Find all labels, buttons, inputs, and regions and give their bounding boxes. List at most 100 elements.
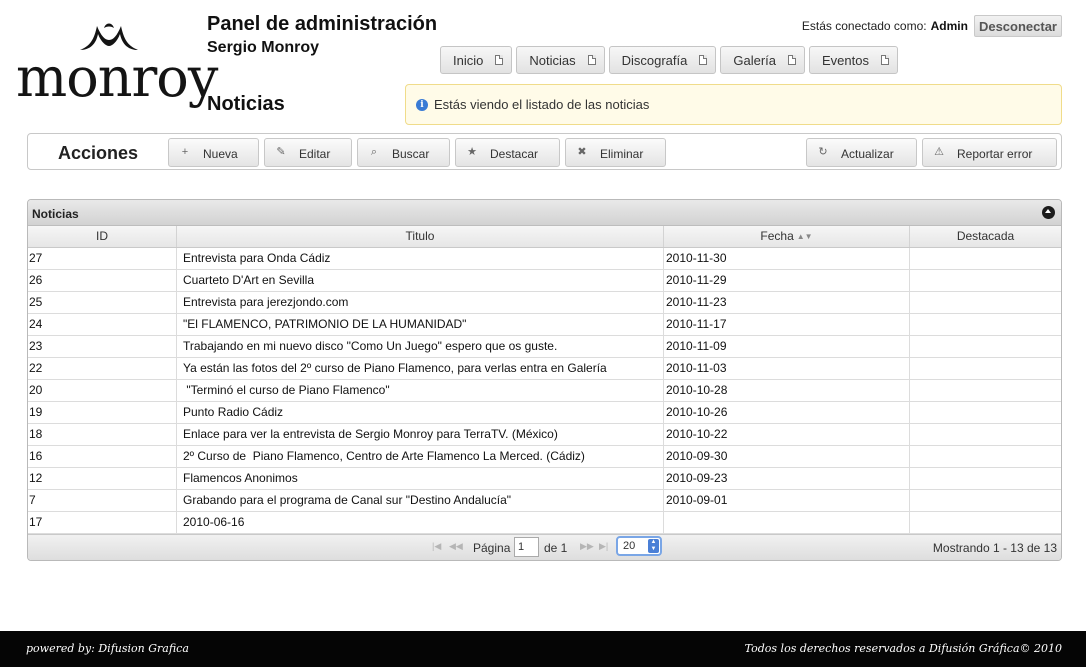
next-page-icon[interactable]: ▶▶ (580, 541, 594, 552)
footer-credit: powered by: Difusion Grafica (26, 642, 189, 655)
new-button-label: Nueva (203, 147, 238, 161)
info-icon: i (416, 98, 428, 111)
last-page-icon[interactable]: ▶| (599, 541, 608, 552)
warning-icon: ⚠ (934, 146, 944, 158)
news-grid: Noticias ID Titulo Fecha ▲▼ Destacada 27 E… (27, 199, 1062, 561)
column-header-date[interactable]: Fecha ▲▼ (664, 226, 910, 247)
cell-date: 2010-11-09 (664, 336, 910, 357)
column-header-id[interactable]: ID (28, 226, 177, 247)
monroy-logo: monroy (16, 20, 218, 112)
cell-id: 26 (28, 270, 177, 291)
document-icon (587, 55, 596, 65)
table-row[interactable]: 22 Ya están las fotos del 2º curso de Pia… (28, 358, 1061, 380)
table-row[interactable]: 17 2010-06-16 (28, 512, 1061, 534)
delete-button[interactable]: ✖ Eliminar (565, 138, 666, 167)
table-row[interactable]: 19 Punto Radio Cádiz 2010-10-26 (28, 402, 1061, 424)
cell-featured (910, 358, 1061, 379)
cell-id: 12 (28, 468, 177, 489)
column-header-title[interactable]: Titulo (177, 226, 664, 247)
table-row[interactable]: 12 Flamencos Anonimos 2010-09-23 (28, 468, 1061, 490)
cell-title: Cuarteto D'Art en Sevilla (177, 270, 664, 291)
grid-header: ID Titulo Fecha ▲▼ Destacada (28, 226, 1061, 248)
collapse-icon[interactable] (1042, 206, 1055, 219)
table-row[interactable]: 26 Cuarteto D'Art en Sevilla 2010-11-29 (28, 270, 1061, 292)
select-arrows-icon: ▲ ▼ (648, 539, 659, 553)
star-icon: ★ (467, 146, 477, 158)
feature-button[interactable]: ★ Destacar (455, 138, 560, 167)
cell-date: 2010-10-28 (664, 380, 910, 401)
cell-title: "Terminó el curso de Piano Flamenco" (177, 380, 664, 401)
report-error-button[interactable]: ⚠ Reportar error (922, 138, 1057, 167)
cell-featured (910, 314, 1061, 335)
table-row[interactable]: 25 Entrevista para jerezjondo.com 2010-11-… (28, 292, 1061, 314)
column-header-featured[interactable]: Destacada (910, 226, 1061, 247)
nav-item-noticias[interactable]: Noticias (516, 46, 605, 74)
nav-item-label: Inicio (453, 52, 484, 68)
footer: powered by: Difusion Grafica Todos los d… (0, 631, 1086, 667)
cell-title: Punto Radio Cádiz (177, 402, 664, 423)
edit-button-label: Editar (299, 147, 331, 161)
cell-id: 23 (28, 336, 177, 357)
logout-button[interactable]: Desconectar (973, 15, 1062, 37)
cell-id: 7 (28, 490, 177, 511)
cell-featured (910, 336, 1061, 357)
cell-featured (910, 270, 1061, 291)
first-page-icon[interactable]: |◀ (432, 541, 441, 552)
nav-item-inicio[interactable]: Inicio (440, 46, 513, 74)
table-row[interactable]: 18 Enlace para ver la entrevista de Sergi… (28, 424, 1061, 446)
cell-date: 2010-10-22 (664, 424, 910, 445)
edit-button[interactable]: ✎ Editar (264, 138, 352, 167)
main-nav: Inicio Noticias Discografía Galería Even… (440, 46, 898, 74)
actions-toolbar: Acciones + Nueva ✎ Editar ⌕ Buscar ★ Des… (27, 133, 1062, 170)
cell-featured (910, 468, 1061, 489)
sort-icon: ▲▼ (796, 232, 813, 241)
panel-subtitle: Sergio Monroy (207, 39, 320, 56)
table-row[interactable]: 7 Grabando para el programa de Canal sur … (28, 490, 1061, 512)
page-label: Página (473, 541, 511, 555)
cell-featured (910, 512, 1061, 533)
search-icon: ⌕ (370, 146, 378, 158)
cell-featured (910, 380, 1061, 401)
cell-date: 2010-09-23 (664, 468, 910, 489)
nav-item-label: Noticias (529, 52, 576, 68)
table-row[interactable]: 27 Entrevista para Onda Cádiz 2010-11-30 (28, 248, 1061, 270)
table-row[interactable]: 16 2º Curso de Piano Flamenco, Centro de … (28, 446, 1061, 468)
cell-id: 17 (28, 512, 177, 533)
refresh-button[interactable]: ↻ Actualizar (806, 138, 917, 167)
cell-title: Flamencos Anonimos (177, 468, 664, 489)
nav-item-galeria[interactable]: Galería (720, 46, 805, 74)
nav-item-eventos[interactable]: Eventos (809, 46, 898, 74)
column-header-date-label: Fecha (760, 229, 794, 243)
table-row[interactable]: 24 "El FLAMENCO, PATRIMONIO DE LA HUMANID… (28, 314, 1061, 336)
cell-title: Entrevista para Onda Cádiz (177, 248, 664, 269)
nav-item-discografia[interactable]: Discografía (608, 46, 717, 74)
cell-date: 2010-11-30 (664, 248, 910, 269)
connected-label: Estás conectado como: (801, 19, 927, 33)
prev-page-icon[interactable]: ◀◀ (449, 541, 463, 552)
cell-title: 2º Curso de Piano Flamenco, Centro de Ar… (177, 446, 664, 467)
grid-pager: |◀ ◀◀ Página 1 de 1 ▶▶ ▶| 20 ▲ ▼ Mostrand… (28, 534, 1061, 560)
username: Admin (930, 19, 968, 33)
grid-body: 27 Entrevista para Onda Cádiz 2010-11-30 26… (28, 248, 1061, 534)
cell-featured (910, 490, 1061, 511)
cell-title: 2010-06-16 (177, 512, 664, 533)
page-input[interactable]: 1 (514, 537, 539, 557)
info-text: Estás viendo el listado de las noticias (434, 97, 650, 112)
cell-date: 2010-09-30 (664, 446, 910, 467)
table-row[interactable]: 23 Trabajando en mi nuevo disco "Como Un … (28, 336, 1061, 358)
logo-text: monroy (16, 46, 218, 109)
actions-title: Acciones (58, 143, 139, 163)
refresh-button-label: Actualizar (841, 147, 894, 161)
cell-id: 20 (28, 380, 177, 401)
nav-item-label: Galería (733, 52, 776, 68)
new-button[interactable]: + Nueva (168, 138, 259, 167)
rows-per-page-select[interactable]: 20 ▲ ▼ (616, 536, 662, 556)
pencil-icon: ✎ (276, 146, 286, 158)
document-icon (880, 55, 889, 65)
records-info: Mostrando 1 - 13 de 13 (932, 541, 1057, 555)
rows-per-page-value: 20 (623, 540, 636, 552)
table-row[interactable]: 20 "Terminó el curso de Piano Flamenco" 2… (28, 380, 1061, 402)
search-button-label: Buscar (392, 147, 430, 161)
search-button[interactable]: ⌕ Buscar (357, 138, 450, 167)
cell-id: 24 (28, 314, 177, 335)
